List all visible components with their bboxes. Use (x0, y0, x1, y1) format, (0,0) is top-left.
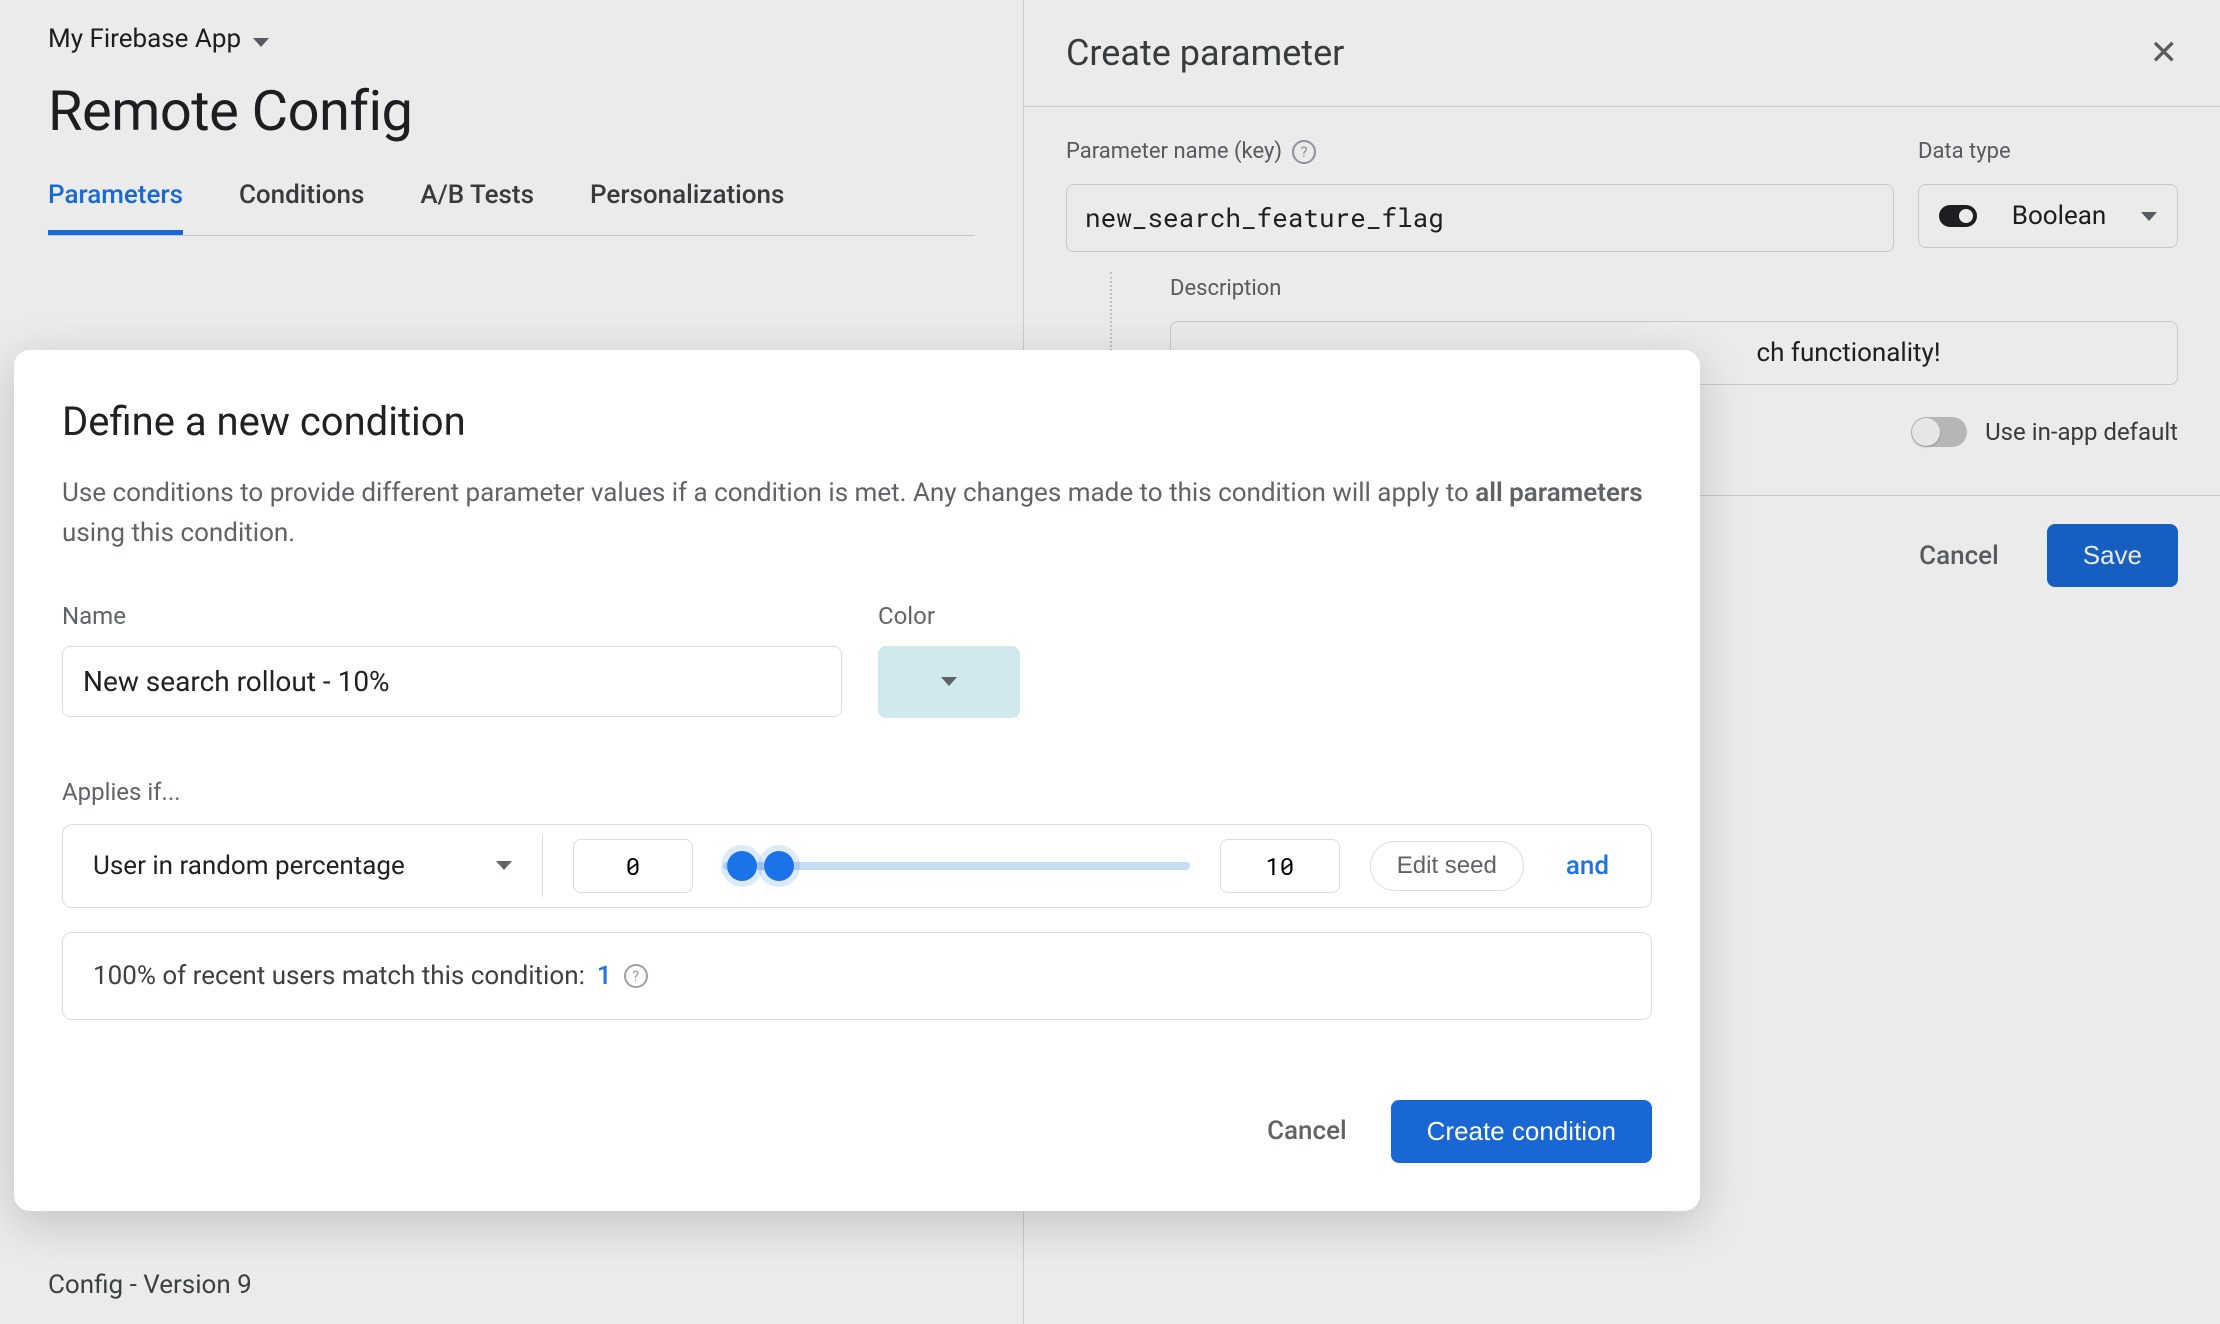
chevron-down-icon (941, 677, 957, 686)
modal-description: Use conditions to provide different para… (62, 473, 1652, 554)
and-operator-button[interactable]: and (1554, 851, 1621, 881)
create-condition-button[interactable]: Create condition (1391, 1100, 1652, 1163)
condition-name-input[interactable] (62, 646, 842, 717)
modal-title: Define a new condition (62, 398, 1652, 445)
condition-rule-row: User in random percentage Edit seed and (62, 824, 1652, 908)
config-version-label: Config - Version 9 (48, 1270, 252, 1300)
slider-thumb-min[interactable] (727, 851, 757, 881)
condition-color-label: Color (878, 602, 1020, 630)
percentage-min-input[interactable] (573, 839, 693, 893)
rule-type-select[interactable]: User in random percentage (63, 835, 543, 897)
slider-thumb-max[interactable] (764, 851, 794, 881)
match-text: 100% of recent users match this conditio… (93, 961, 585, 991)
help-icon[interactable]: ? (624, 964, 648, 988)
applies-if-label: Applies if... (62, 778, 1652, 806)
define-condition-modal: Define a new condition Use conditions to… (14, 350, 1700, 1211)
condition-name-label: Name (62, 602, 842, 630)
chevron-down-icon (496, 861, 512, 870)
match-info-row: 100% of recent users match this conditio… (62, 932, 1652, 1020)
edit-seed-button[interactable]: Edit seed (1370, 841, 1524, 891)
percentage-max-input[interactable] (1220, 839, 1340, 893)
condition-color-select[interactable] (878, 646, 1020, 718)
percentage-slider[interactable] (723, 846, 1190, 886)
modal-cancel-button[interactable]: Cancel (1259, 1104, 1355, 1158)
match-count: 1 (597, 961, 612, 991)
rule-type-label: User in random percentage (93, 851, 405, 881)
